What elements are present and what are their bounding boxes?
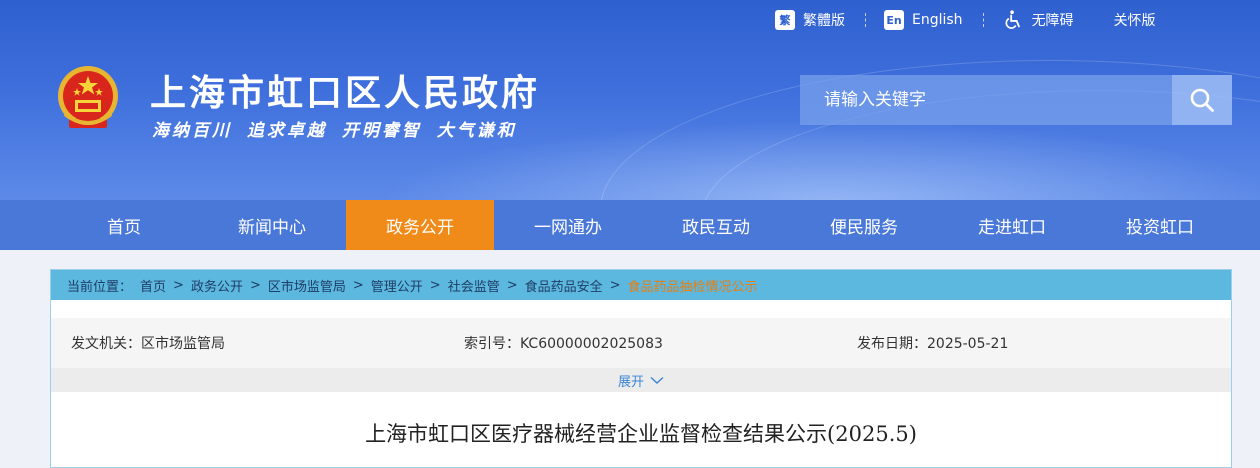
- english-label: English: [912, 12, 963, 28]
- nav-item-interaction[interactable]: 政民互动: [642, 200, 790, 250]
- search-icon: [1190, 88, 1214, 112]
- nav-item-news[interactable]: 新闻中心: [198, 200, 346, 250]
- search-input[interactable]: [800, 75, 1172, 125]
- site-header: 繁 繁體版 En English 无障碍 关怀版 上海市虹口区人民政府 海纳百川…: [0, 0, 1260, 200]
- accessibility-link[interactable]: 无障碍: [1002, 9, 1074, 31]
- breadcrumb: 当前位置： 首页 > 政务公开 > 区市场监管局 > 管理公开 > 社会监管 >…: [51, 270, 1231, 300]
- care-version-link[interactable]: 关怀版: [1114, 10, 1156, 30]
- nav-item-public-services[interactable]: 便民服务: [790, 200, 938, 250]
- breadcrumb-separator: >: [429, 277, 441, 293]
- content-panel: 当前位置： 首页 > 政务公开 > 区市场监管局 > 管理公开 > 社会监管 >…: [50, 269, 1232, 468]
- breadcrumb-separator: >: [609, 277, 621, 293]
- breadcrumb-separator: >: [173, 277, 184, 293]
- search-button[interactable]: [1172, 75, 1232, 125]
- traditional-chinese-label: 繁體版: [803, 13, 845, 29]
- traditional-chinese-icon: 繁: [775, 10, 795, 30]
- traditional-chinese-link[interactable]: 繁 繁體版: [775, 10, 845, 30]
- divider: [982, 13, 984, 27]
- breadcrumb-current[interactable]: 食品药品抽检情况公示: [628, 276, 758, 295]
- breadcrumb-item[interactable]: 政务公开: [191, 276, 243, 295]
- chevron-down-icon: [650, 376, 664, 384]
- care-version-label: 关怀版: [1113, 13, 1156, 29]
- divider: [865, 13, 866, 27]
- nav-item-investment[interactable]: 投资虹口: [1086, 200, 1234, 250]
- expand-label: 展开: [617, 374, 644, 390]
- top-links: 繁 繁體版 En English 无障碍 关怀版: [775, 8, 1156, 32]
- english-link[interactable]: En English: [884, 10, 963, 30]
- index-number-text: 索引号：KC60000002025083: [464, 336, 663, 352]
- national-emblem-icon: [58, 66, 118, 128]
- breadcrumb-label: 当前位置：: [67, 279, 133, 295]
- document-title: 上海市虹口区医疗器械经营企业监督检查结果公示(2025.5): [365, 422, 917, 446]
- site-slogan: 海纳百川 追求卓越 开明睿智 大气谦和: [152, 121, 517, 141]
- issuer-text: 发文机关：区市场监管局: [71, 336, 225, 352]
- wheelchair-icon: [1005, 10, 1020, 29]
- breadcrumb-item[interactable]: 管理公开: [371, 276, 423, 295]
- nav-item-government-affairs[interactable]: 政务公开: [346, 200, 494, 250]
- breadcrumb-separator: >: [249, 277, 261, 293]
- publish-date-text: 发布日期：2025-05-21: [857, 336, 1009, 352]
- breadcrumb-item[interactable]: 社会监管: [448, 276, 500, 295]
- nav-item-about[interactable]: 走进虹口: [938, 200, 1086, 250]
- document-meta: 发文机关：区市场监管局 索引号：KC60000002025083 发布日期：20…: [51, 318, 1231, 368]
- english-icon: En: [884, 10, 904, 30]
- breadcrumb-item[interactable]: 区市场监管局: [268, 276, 346, 295]
- accessibility-label: 无障碍: [1031, 13, 1074, 29]
- breadcrumb-separator: >: [352, 277, 364, 293]
- main-nav: 首页 新闻中心 政务公开 一网通办 政民互动 便民服务 走进虹口 投资虹口: [0, 200, 1260, 250]
- expand-toggle[interactable]: 展开: [51, 368, 1231, 392]
- site-title: 上海市虹口区人民政府: [150, 72, 541, 114]
- breadcrumb-item[interactable]: 食品药品安全: [525, 276, 603, 295]
- breadcrumb-separator: >: [506, 277, 518, 293]
- search-bar: [800, 75, 1232, 125]
- nav-item-online-services[interactable]: 一网通办: [494, 200, 642, 250]
- nav-item-home[interactable]: 首页: [50, 200, 198, 250]
- breadcrumb-item[interactable]: 首页: [140, 276, 166, 295]
